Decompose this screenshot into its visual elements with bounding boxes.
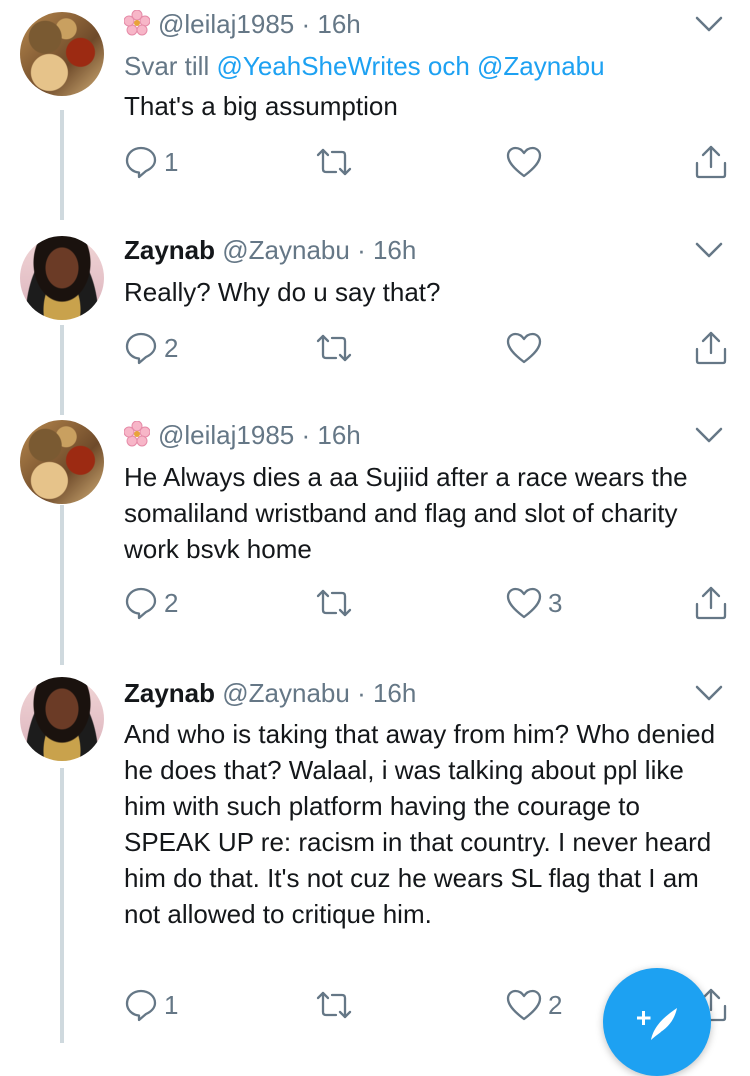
avatar[interactable] bbox=[20, 12, 104, 96]
user-handle[interactable]: @Zaynabu bbox=[222, 235, 350, 265]
tweet-header: Zaynab @Zaynabu · 16h bbox=[124, 232, 690, 268]
like-button[interactable]: 3 bbox=[506, 581, 562, 625]
reply-icon bbox=[125, 587, 157, 620]
tweet-header: Zaynab @Zaynabu · 16h bbox=[124, 675, 690, 711]
share-icon bbox=[695, 331, 727, 365]
retweet-button[interactable] bbox=[314, 581, 360, 625]
user-handle[interactable]: @leilaj1985 bbox=[158, 420, 294, 450]
chevron-down-icon[interactable] bbox=[694, 425, 724, 445]
tweet-actions: 1 bbox=[0, 140, 750, 184]
retweet-icon bbox=[316, 148, 352, 176]
tweet-text: Really? Why do u say that? bbox=[124, 277, 441, 307]
reply-button[interactable]: 1 bbox=[124, 140, 178, 184]
reply-button[interactable]: 2 bbox=[124, 581, 178, 625]
reply-count: 1 bbox=[164, 146, 179, 177]
tweet[interactable]: Zaynab @Zaynabu · 16h Really? Why do u s… bbox=[0, 220, 750, 400]
tweet-actions: 2 bbox=[0, 326, 750, 370]
reply-button[interactable]: 2 bbox=[124, 326, 178, 370]
like-icon bbox=[506, 587, 542, 619]
tweet-actions: 2 3 bbox=[0, 581, 750, 625]
tweet-header: @leilaj1985 · 16h bbox=[124, 6, 690, 42]
tweet[interactable]: @leilaj1985 · 16h Svar till @YeahSheWrit… bbox=[0, 0, 750, 200]
retweet-button[interactable] bbox=[314, 326, 360, 370]
chevron-down-icon[interactable] bbox=[694, 240, 724, 260]
like-button[interactable] bbox=[506, 326, 548, 370]
reply-icon bbox=[125, 989, 157, 1022]
avatar[interactable] bbox=[20, 420, 104, 504]
cherry-blossom-icon bbox=[124, 10, 150, 36]
like-button[interactable]: 2 bbox=[506, 983, 562, 1027]
like-icon bbox=[506, 989, 542, 1021]
chevron-down-icon[interactable] bbox=[694, 683, 724, 703]
tweet-text: He Always dies a aa Sujiid after a race … bbox=[124, 462, 688, 564]
reply-count: 2 bbox=[164, 332, 179, 363]
avatar[interactable] bbox=[20, 236, 104, 320]
retweet-button[interactable] bbox=[314, 140, 360, 184]
retweet-icon bbox=[316, 334, 352, 362]
chevron-down-icon[interactable] bbox=[694, 14, 724, 34]
tweet-time[interactable]: · 16h bbox=[357, 235, 416, 265]
user-name[interactable]: Zaynab bbox=[124, 235, 215, 265]
compose-tweet-icon bbox=[637, 1008, 677, 1040]
share-button[interactable] bbox=[694, 140, 728, 184]
reply-users[interactable]: @YeahSheWrites och @Zaynabu bbox=[216, 51, 604, 81]
reply-count: 2 bbox=[164, 587, 179, 618]
retweet-icon bbox=[316, 589, 352, 617]
like-count: 3 bbox=[548, 587, 563, 618]
retweet-icon bbox=[316, 991, 352, 1019]
user-name[interactable]: Zaynab bbox=[124, 678, 215, 708]
tweet-time[interactable]: · 16h bbox=[357, 678, 416, 708]
replying-to: Svar till @YeahSheWrites och @Zaynabu bbox=[124, 48, 605, 84]
like-count: 2 bbox=[548, 989, 563, 1020]
share-icon bbox=[695, 586, 727, 620]
cherry-blossom-icon bbox=[124, 421, 150, 447]
tweet-text: And who is taking that away from him? Wh… bbox=[124, 719, 716, 929]
retweet-button[interactable] bbox=[314, 983, 360, 1027]
reply-button[interactable]: 1 bbox=[124, 983, 178, 1027]
avatar[interactable] bbox=[20, 677, 104, 761]
tweet-text: That's a big assumption bbox=[124, 91, 398, 121]
compose-tweet-button[interactable] bbox=[603, 968, 711, 1076]
tweet-time[interactable]: · 16h bbox=[302, 9, 361, 39]
reply-count: 1 bbox=[164, 989, 179, 1020]
reply-icon bbox=[125, 332, 157, 365]
user-handle[interactable]: @leilaj1985 bbox=[158, 9, 294, 39]
like-icon bbox=[506, 332, 542, 364]
reply-prefix: Svar till bbox=[124, 51, 210, 81]
like-button[interactable] bbox=[506, 140, 548, 184]
share-button[interactable] bbox=[694, 326, 728, 370]
tweet-time[interactable]: · 16h bbox=[302, 420, 361, 450]
share-button[interactable] bbox=[694, 581, 728, 625]
tweet-header: @leilaj1985 · 16h bbox=[124, 417, 690, 453]
user-handle[interactable]: @Zaynabu bbox=[222, 678, 350, 708]
tweet[interactable]: @leilaj1985 · 16h He Always dies a aa Su… bbox=[0, 410, 750, 660]
reply-icon bbox=[125, 146, 157, 179]
share-icon bbox=[695, 145, 727, 179]
like-icon bbox=[506, 146, 542, 178]
